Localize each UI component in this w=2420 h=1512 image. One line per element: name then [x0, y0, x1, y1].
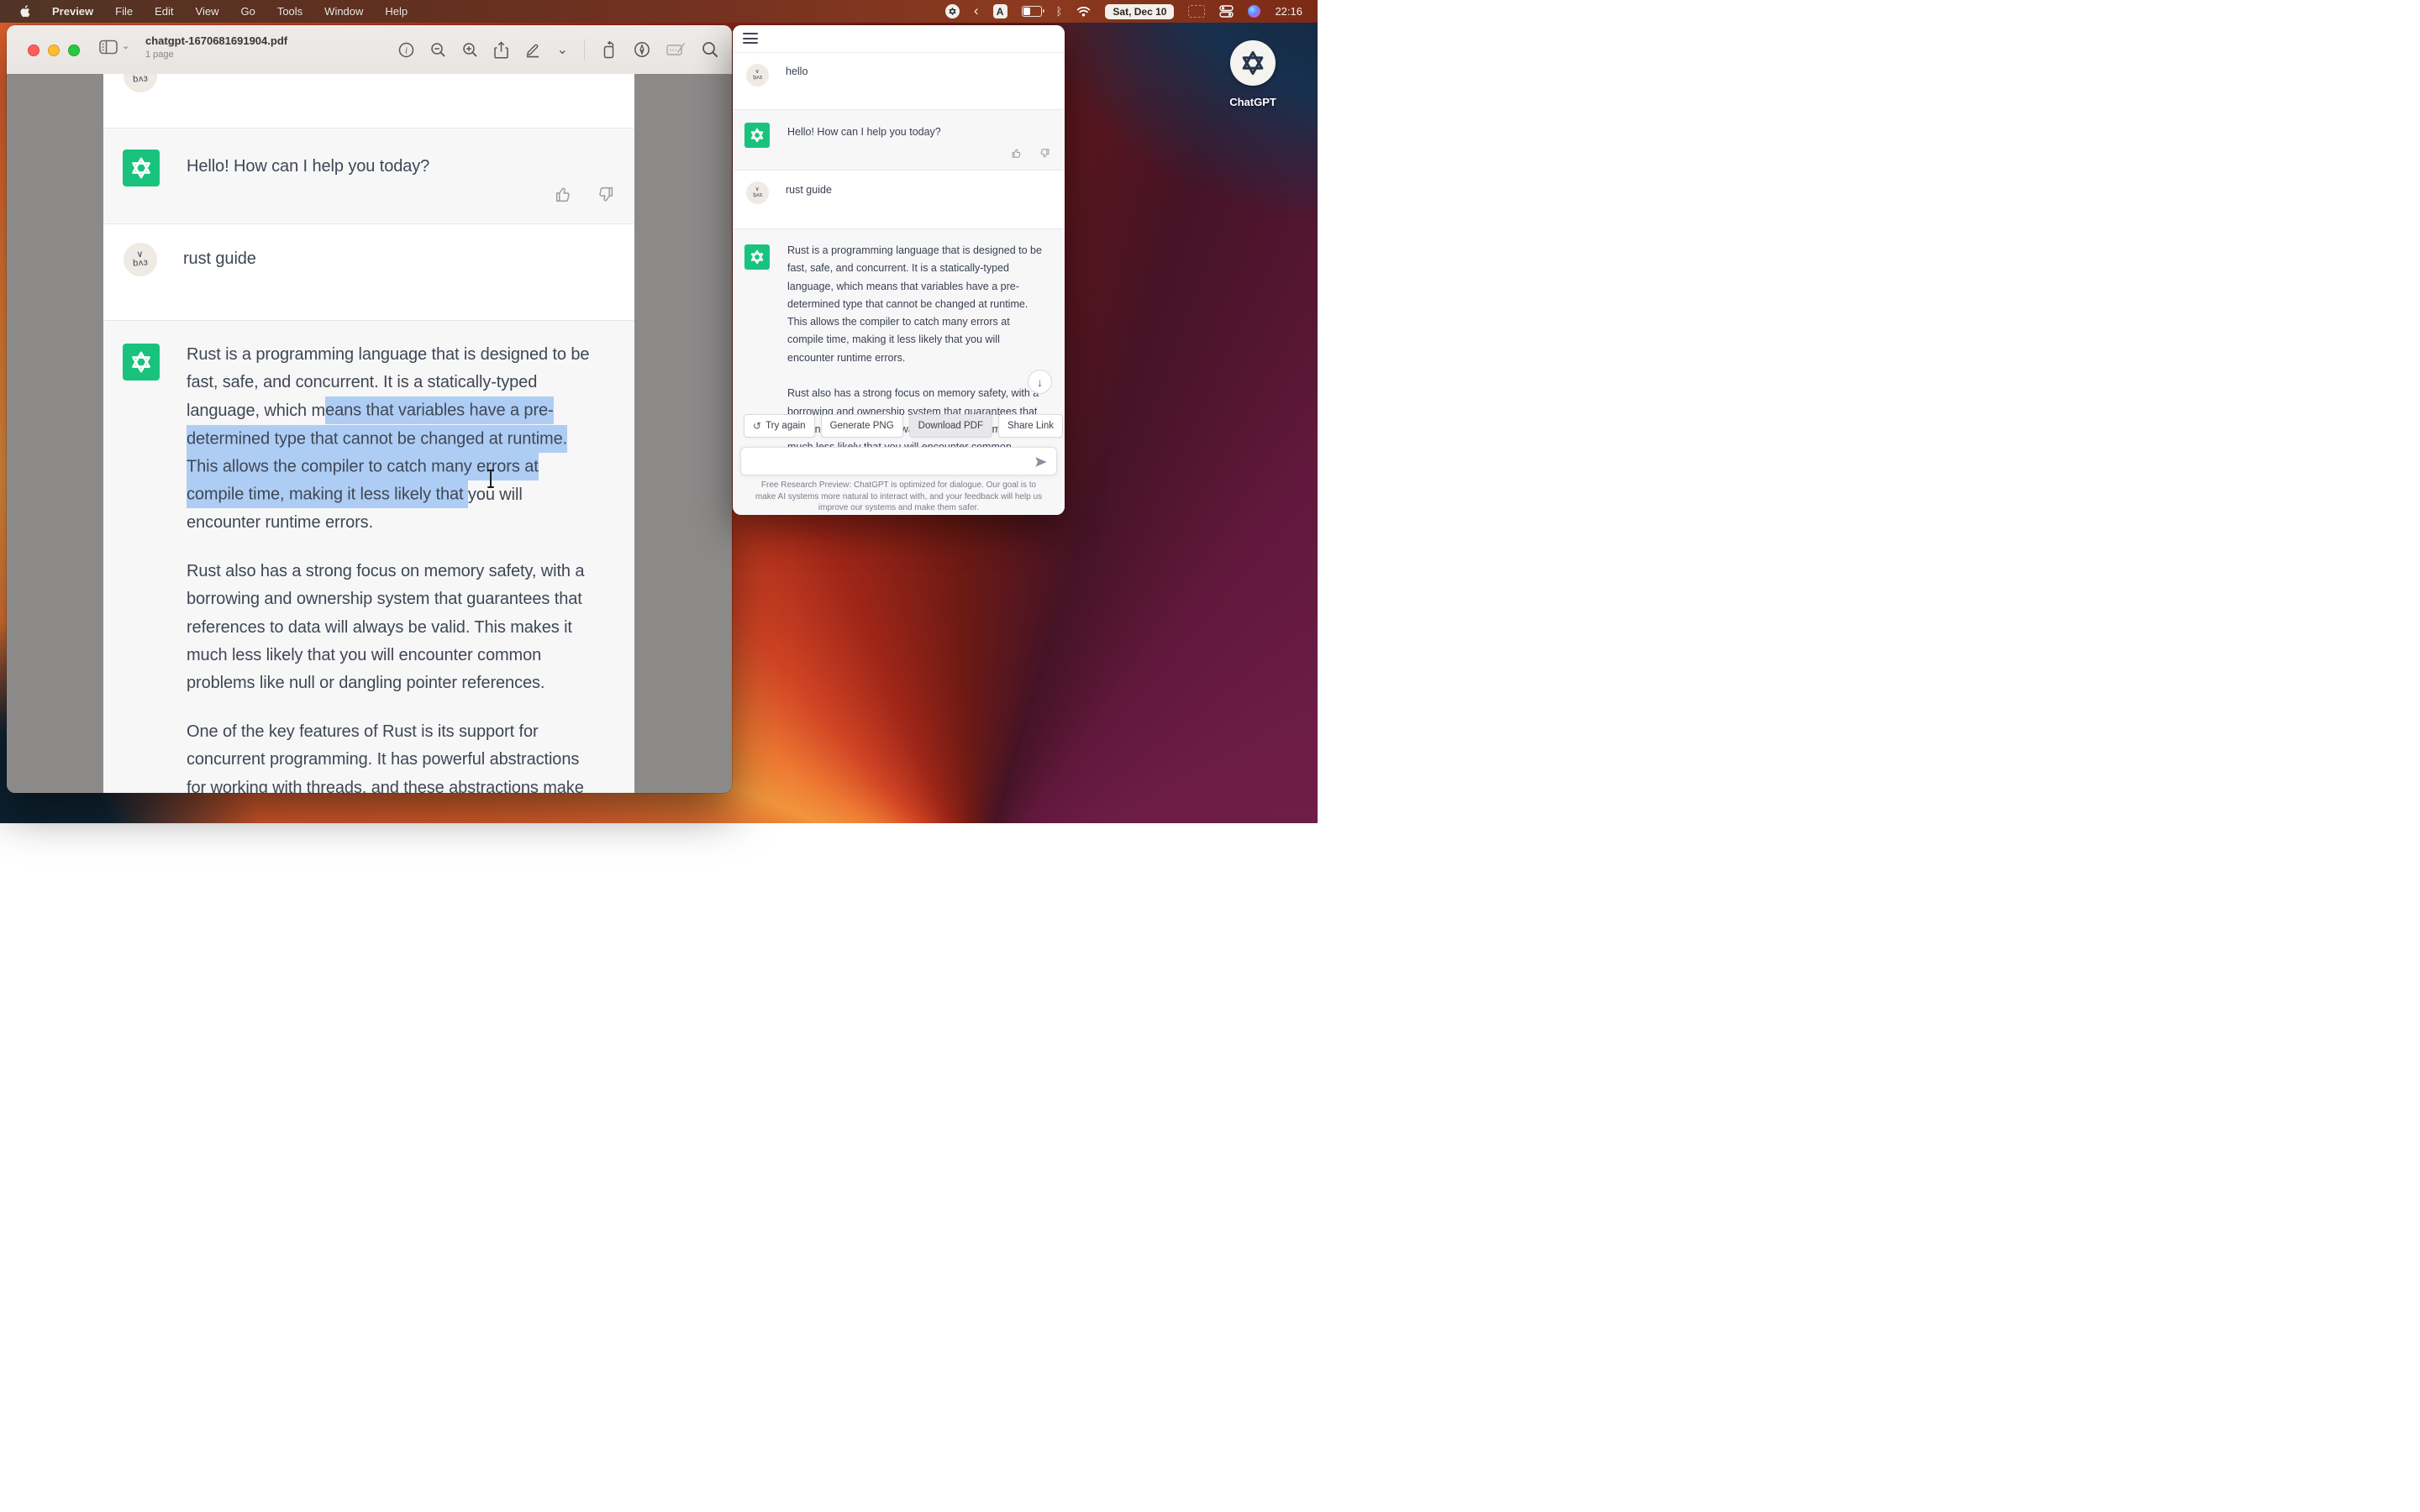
chatgpt-avatar [123, 150, 160, 186]
chatgpt-logo-icon [1230, 40, 1276, 86]
user-avatar: ∨bʌɜ [745, 181, 770, 205]
footer-disclaimer: Free Research Preview: ChatGPT is optimi… [739, 480, 1058, 514]
battery-icon[interactable] [1022, 6, 1042, 17]
siri-icon[interactable] [1248, 5, 1260, 18]
zoom-in-button[interactable] [462, 42, 478, 58]
pdf-answer-paragraph-2: Rust also has a strong focus on memory s… [187, 558, 623, 698]
thumbs-down-icon[interactable] [594, 184, 615, 205]
menubar-clock[interactable]: 22:16 [1275, 5, 1302, 18]
fill-sign-button[interactable] [666, 42, 686, 57]
chatgpt-avatar [123, 344, 160, 381]
bluetooth-icon[interactable]: ᛒ [1056, 5, 1063, 18]
minimize-button[interactable] [48, 45, 60, 56]
menu-help[interactable]: Help [385, 5, 408, 18]
text-cursor [490, 470, 492, 487]
toolbar-separator [584, 39, 585, 60]
scroll-to-bottom-button[interactable]: ↓ [1028, 370, 1052, 394]
pdf-row-assistant-answer: Rust is a programming language that is d… [103, 320, 634, 793]
chat-input[interactable] [740, 447, 1057, 475]
menu-go[interactable]: Go [240, 5, 255, 18]
pdf-view-area: ∨bʌɜ Hello! How can I help you today? [7, 74, 732, 793]
pdf-row-user-partial: ∨bʌɜ [103, 74, 634, 128]
pdf-user-prompt-text: rust guide [183, 249, 256, 269]
chat-topbar [733, 25, 1065, 53]
chatgpt-avatar [744, 244, 770, 270]
highlight-dropdown-chevron[interactable]: ⌄ [557, 41, 568, 58]
zoom-button[interactable] [68, 45, 80, 56]
chatgpt-menubar-icon[interactable] [945, 4, 960, 18]
menu-tools[interactable]: Tools [277, 5, 302, 18]
chat-user-msg2: rust guide [786, 184, 832, 196]
menu-window[interactable]: Window [324, 5, 363, 18]
menu-edit[interactable]: Edit [155, 5, 173, 18]
control-center-icon[interactable] [1219, 4, 1234, 18]
pdf-assistant-greeting-text: Hello! How can I help you today? [187, 157, 429, 176]
chatgpt-export-window: ∨bʌɜ hello Hello! How can I help you tod… [733, 25, 1065, 515]
hamburger-menu-icon[interactable] [743, 33, 758, 47]
chat-row-user-rust-guide: ∨bʌɜ rust guide [733, 171, 1065, 228]
user-avatar: ∨bʌɜ [123, 242, 159, 278]
menu-app-name[interactable]: Preview [52, 5, 93, 18]
desktop-icon-label: ChatGPT [1229, 96, 1276, 108]
menu-bar: Preview File Edit View Go Tools Window H… [0, 0, 1318, 23]
info-button[interactable]: i [398, 42, 414, 58]
sidebar-chevron-icon: ⌄ [122, 40, 129, 51]
chat-row-assistant-greeting: Hello! How can I help you today? [733, 109, 1065, 171]
screen-mirroring-icon[interactable] [1188, 5, 1205, 18]
user-avatar: ∨bʌɜ [123, 74, 159, 93]
pdf-row-user-prompt: ∨bʌɜ rust guide [103, 224, 634, 320]
close-button[interactable] [28, 45, 39, 56]
download-pdf-button[interactable]: Download PDF [909, 414, 992, 438]
arrow-down-icon: ↓ [1037, 375, 1043, 389]
chat-user-msg1: hello [786, 66, 808, 77]
menu-view[interactable]: View [196, 5, 219, 18]
desktop-icon-chatgpt[interactable]: ChatGPT [1215, 40, 1291, 108]
preview-window: ⌄ chatgpt-1670681691904.pdf 1 page i ⌄ [7, 25, 732, 793]
pdf-answer-paragraph-1: Rust is a programming language that is d… [187, 341, 623, 538]
pdf-answer-paragraph-3: One of the key features of Rust is its s… [187, 718, 623, 793]
wifi-icon[interactable] [1076, 6, 1091, 17]
rotate-button[interactable] [601, 41, 618, 59]
thumbs-up-icon[interactable] [554, 184, 575, 205]
pdf-page: ∨bʌɜ Hello! How can I help you today? [103, 74, 634, 793]
document-page-count: 1 page [145, 50, 287, 60]
markup-button[interactable] [634, 41, 650, 58]
generate-png-button[interactable]: Generate PNG [821, 414, 903, 438]
preview-titlebar: ⌄ chatgpt-1670681691904.pdf 1 page i ⌄ [7, 25, 732, 75]
search-button[interactable] [702, 41, 718, 58]
zoom-out-button[interactable] [430, 42, 446, 58]
regenerate-icon: ↺ [753, 420, 761, 432]
chat-assistant-msg1: Hello! How can I help you today? [787, 126, 941, 138]
share-link-button[interactable]: Share Link [998, 414, 1063, 438]
try-again-button[interactable]: ↺ Try again [744, 414, 815, 438]
chat-row-user-hello: ∨bʌɜ hello [733, 53, 1065, 109]
document-title: chatgpt-1670681691904.pdf [145, 34, 287, 47]
back-chevron-icon[interactable]: ‹ [974, 3, 979, 18]
apple-menu-icon[interactable] [18, 4, 30, 18]
menubar-date[interactable]: Sat, Dec 10 [1105, 4, 1174, 19]
highlight-button[interactable] [524, 41, 541, 58]
menu-file[interactable]: File [115, 5, 133, 18]
chatgpt-avatar [744, 123, 770, 148]
user-avatar: ∨bʌɜ [745, 63, 770, 87]
pdf-row-assistant-greeting: Hello! How can I help you today? [103, 128, 634, 224]
input-source-icon[interactable]: A [993, 4, 1007, 18]
thumbs-up-icon[interactable] [1011, 147, 1023, 160]
svg-text:i: i [405, 45, 408, 55]
share-button[interactable] [494, 41, 508, 59]
export-actions: ↺ Try again Generate PNG Download PDF Sh… [744, 414, 1063, 438]
send-icon[interactable] [1034, 455, 1048, 469]
sidebar-toggle-button[interactable]: ⌄ [99, 39, 129, 55]
thumbs-down-icon[interactable] [1038, 147, 1050, 160]
